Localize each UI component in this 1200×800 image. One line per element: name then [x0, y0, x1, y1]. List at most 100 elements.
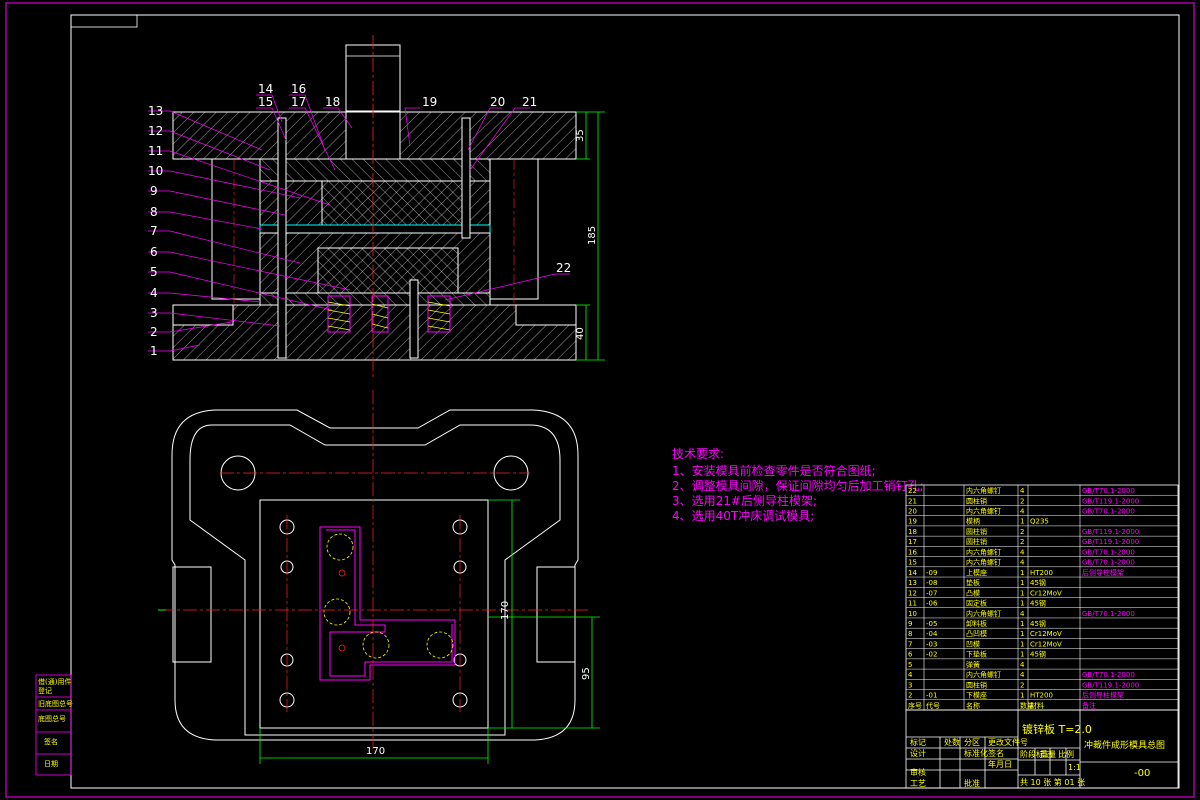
- bom-cell-mat: Q235: [1030, 518, 1049, 526]
- bom-cell-qty: 1: [1020, 620, 1024, 628]
- bom-cell-mat: HT200: [1030, 569, 1053, 577]
- part-label: 12: [148, 124, 163, 138]
- bom-cell-name: 内六角螺钉: [966, 547, 1001, 556]
- bom-cell-no: 12: [908, 589, 917, 597]
- bom-cell-std: 后侧导柱模架: [1082, 691, 1124, 700]
- bom-cell-name: 圆柱销: [966, 527, 987, 536]
- bom-cell-qty: 4: [1020, 507, 1025, 515]
- part-label: 5: [150, 265, 158, 279]
- bom-cell-name: 凹模: [966, 639, 980, 648]
- plan-centerlines: [160, 390, 590, 750]
- bom-cell-mat: 45钢: [1030, 619, 1046, 628]
- bom-cell-name: 凸凹模: [966, 629, 987, 638]
- bom-cell-name: 圆柱销: [966, 496, 987, 505]
- bom-cell-std: GB/T119.1-2000: [1082, 528, 1139, 536]
- stamp-label: 签名: [44, 737, 58, 746]
- bom-cell-code: -06: [926, 600, 938, 608]
- bom-cell-no: 8: [908, 630, 912, 638]
- bom-cell-no: 10: [908, 610, 917, 618]
- dim-plan-width: 170: [366, 746, 385, 757]
- bom-cell-qty: 1: [1020, 640, 1024, 648]
- part-label: 9: [150, 184, 158, 198]
- part-label: 14: [258, 82, 273, 96]
- bom-row: 22 内六角螺钉 4 GB/T70.1-2000: [908, 486, 1135, 495]
- lower-backing-plate: [259, 292, 491, 306]
- bom-cell-qty: 1: [1020, 630, 1024, 638]
- tb-label-approve: 批准: [964, 778, 980, 788]
- bom-cell-qty: 2: [1020, 497, 1024, 505]
- tb-label-zone: 分区: [964, 738, 980, 747]
- tech-item-1: 1、安装模具前检查零件是否符合图纸;: [672, 463, 876, 478]
- bom-cell-name: 下模座: [966, 691, 987, 700]
- tb-material: 镀锌板 T=2.0: [1022, 722, 1092, 736]
- bom-cell-mat: Cr12MoV: [1030, 630, 1062, 638]
- tb-label-review: 审核: [910, 767, 926, 777]
- bom-row: 21 圆柱销 2 GB/T119.1-2000: [908, 496, 1139, 505]
- bom-cell-mat: 45钢: [1030, 599, 1046, 608]
- tb-label-process: 工艺: [910, 779, 926, 788]
- bom-cell-qty: 4: [1020, 661, 1025, 669]
- bom-cell-qty: 1: [1020, 569, 1024, 577]
- bom-cell-mat: 45钢: [1030, 578, 1046, 587]
- part-label: 3: [150, 306, 158, 320]
- tb-label-date: 年月日: [988, 759, 1012, 769]
- bom-cell-name: 上模座: [966, 568, 987, 577]
- bom-row: 16 内六角螺钉 4 GB/T70.1-2000: [908, 547, 1135, 556]
- stamp-label: 底图总号: [38, 714, 66, 723]
- bom-cell-name: 垫板: [966, 578, 980, 587]
- bom-cell-no: 2: [908, 692, 912, 700]
- bom-row: 13 -08 垫板 1 45钢: [908, 578, 1046, 587]
- bom-cell-no: 序号: [908, 701, 922, 710]
- tech-item-4: 4、选用40T冲床调试模具;: [672, 508, 814, 523]
- bom-cell-name: 弹簧: [966, 660, 980, 669]
- part-label: 2: [150, 325, 158, 339]
- tech-item-2: 2、调整模具间隙，保证间隙均匀后加工销钉孔;: [672, 478, 924, 493]
- bom-cell-name: 下垫板: [966, 650, 987, 659]
- bom-cell-no: 4: [908, 671, 913, 679]
- corner-tag: [70, 14, 138, 28]
- dim-total-height: 185: [587, 226, 598, 245]
- bom-cell-no: 5: [908, 661, 912, 669]
- bom-cell-qty: 4: [1020, 548, 1025, 556]
- bom-cell-name: 圆柱销: [966, 537, 987, 546]
- die-set-outline: [171, 409, 579, 741]
- bom-row: 14 -09 上模座 1 HT200 后侧导柱模架: [908, 568, 1124, 577]
- bom-cell-name: 内六角螺钉: [966, 558, 1001, 567]
- plan-dimensions: [259, 499, 600, 764]
- bom-cell-std: 后侧导柱模架: [1082, 568, 1124, 577]
- bom-cell-std: GB/T119.1-2000: [1082, 538, 1139, 546]
- bom-cell-qty: 2: [1020, 681, 1024, 689]
- bom-cell-qty: 1: [1020, 600, 1024, 608]
- bom-cell-no: 20: [908, 507, 917, 515]
- bom-cell-name: 内六角螺钉: [966, 486, 1001, 495]
- tb-drawing-number: -00: [1134, 768, 1150, 779]
- bom-cell-code: 代号: [926, 701, 940, 710]
- bom-row: 5 弹簧 4: [908, 660, 1025, 669]
- die-plate-outline: [259, 499, 489, 729]
- stamp-label: 日期: [44, 760, 58, 768]
- tech-item-3: 3、选用21#后侧导柱模架;: [672, 493, 817, 508]
- bom-row: 17 圆柱销 2 GB/T119.1-2000: [908, 537, 1139, 546]
- bom-cell-name: 内六角螺钉: [966, 670, 1001, 679]
- ejector-pin: [409, 279, 419, 359]
- bom-cell-code: -09: [926, 569, 937, 577]
- bom-cell-qty: 1: [1020, 579, 1024, 587]
- bom-cell-std: GB/T70.1-2000: [1082, 559, 1135, 567]
- part-label: 10: [148, 164, 163, 178]
- bom-cell-std: GB/T70.1-2000: [1082, 487, 1135, 495]
- bom-cell-code: -08: [926, 579, 937, 587]
- bom-cell-name: 内六角螺钉: [966, 609, 1001, 618]
- bom-cell-name: 固定板: [966, 599, 987, 608]
- bom-cell-qty: 1: [1020, 651, 1024, 659]
- part-label: 4: [150, 286, 158, 300]
- bom-row: 10 内六角螺钉 4 GB/T70.1-2000: [908, 609, 1135, 618]
- bom-cell-code: -02: [926, 651, 937, 659]
- bom-cell-qty: 1: [1020, 518, 1024, 526]
- bom-row: 18 圆柱销 2 GB/T119.1-2000: [908, 527, 1139, 536]
- bom-cell-qty: 4: [1020, 610, 1025, 618]
- stamp-label: 借(通)用件: [38, 677, 71, 686]
- bom-cell-std: GB/T70.1-2000: [1082, 507, 1135, 515]
- stripper-plate: [259, 224, 491, 234]
- bom-cell-std: 备注: [1082, 701, 1096, 710]
- bom-cell-code: -03: [926, 640, 937, 648]
